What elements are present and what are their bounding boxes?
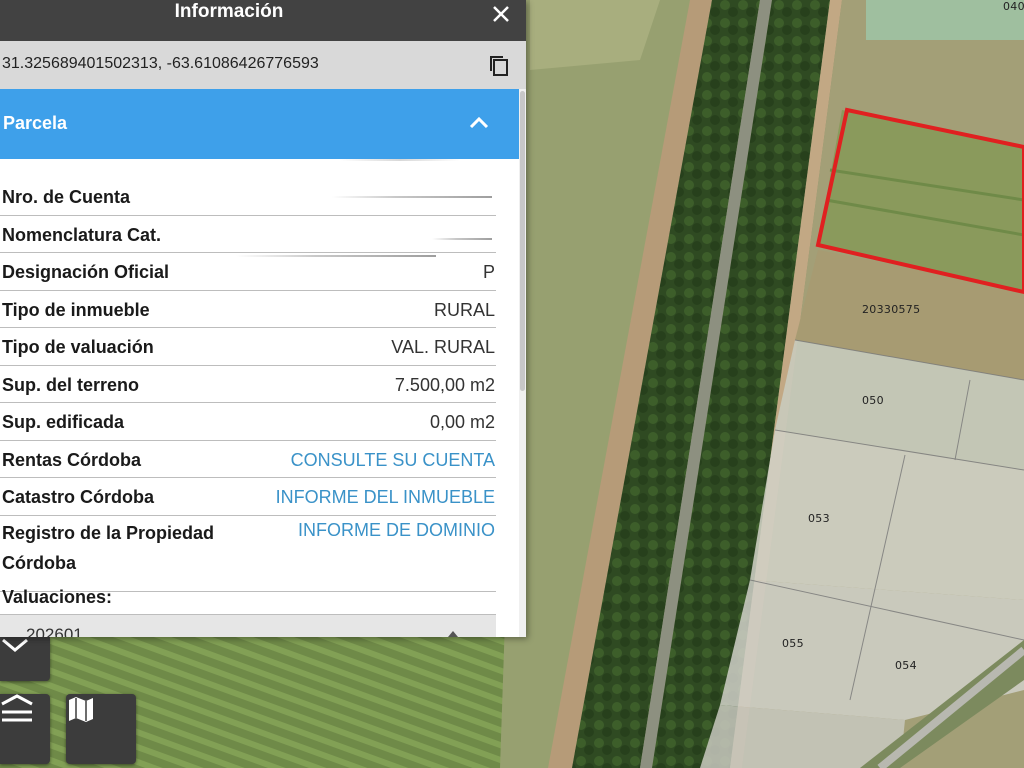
row-value: P	[482, 262, 495, 282]
row-label: Sup. del terreno	[2, 374, 140, 395]
table-row: Sup. del terreno 7.500,00 m2	[0, 366, 496, 403]
row-label: Designación Oficial	[2, 262, 170, 282]
redacted-value	[332, 196, 492, 198]
row-label: Tipo de inmueble	[2, 299, 150, 320]
registro-link[interactable]: INFORME DE DOMINIO	[298, 520, 495, 541]
valuaciones-label: Valuaciones:	[2, 587, 113, 607]
parcela-section-header[interactable]: Parcela	[0, 89, 519, 159]
row-label: Rentas Córdoba	[2, 449, 142, 470]
copy-icon[interactable]	[488, 54, 510, 78]
redacted-value	[236, 255, 436, 257]
coordinates-text: 31.325689401502313, -63.61086426776593	[2, 55, 319, 72]
table-row: Tipo de inmueble RURAL	[0, 291, 496, 328]
section-title: Parcela	[3, 113, 68, 133]
row-label: Nro. de Cuenta	[2, 187, 131, 207]
row-value: VAL. RURAL	[391, 337, 495, 357]
row-value: RURAL	[433, 299, 495, 320]
parcel-label: 040	[1003, 0, 1024, 13]
parcel-rows: Nro. de Cuenta Nomenclatura Cat. Designa…	[0, 178, 496, 592]
redacted-value	[432, 237, 492, 240]
chevron-down-icon	[2, 638, 28, 652]
layers-icon	[1, 694, 33, 722]
basemap-button[interactable]	[66, 694, 136, 764]
parcel-label: 055	[782, 637, 804, 650]
row-value: 0,00 m2	[429, 412, 495, 432]
scrollbar-thumb[interactable]	[520, 91, 525, 391]
select-value: 202601	[26, 625, 83, 637]
layers-button[interactable]	[0, 694, 50, 764]
row-value: 7.500,00 m2	[394, 374, 495, 395]
info-panel: Información 31.325689401502313, -63.6108…	[0, 0, 526, 637]
table-row: Designación Oficial P	[0, 253, 496, 291]
map-icon	[69, 697, 93, 722]
parcel-label: 054	[895, 659, 917, 672]
parcel-label: 20330575	[862, 303, 921, 316]
row-label: Registro de la Propiedad Córdoba	[2, 522, 215, 573]
coordinates-bar: 31.325689401502313, -63.61086426776593	[0, 41, 526, 89]
catastro-link[interactable]: INFORME DEL INMUEBLE	[276, 487, 495, 508]
table-row: Tipo de valuación VAL. RURAL	[0, 328, 496, 366]
panel-header: Información	[0, 0, 526, 41]
chevron-up-icon	[469, 116, 489, 129]
parcel-details[interactable]: Nro. de Cuenta Nomenclatura Cat. Designa…	[0, 159, 519, 637]
table-row: Nomenclatura Cat.	[0, 216, 496, 253]
scroll-smear	[340, 159, 460, 161]
table-row: Rentas Córdoba CONSULTE SU CUENTA	[0, 441, 496, 478]
table-row: Catastro Córdoba INFORME DEL INMUEBLE	[0, 478, 496, 516]
valuaciones-select[interactable]: 202601	[0, 615, 496, 637]
row-label: Tipo de valuación	[2, 337, 154, 357]
parcel-label: 050	[862, 394, 884, 407]
row-label: Catastro Córdoba	[2, 487, 155, 507]
row-label: Sup. edificada	[2, 412, 125, 432]
panel-title: Información	[174, 1, 284, 22]
parcel-label: 053	[808, 512, 830, 525]
table-row: Registro de la Propiedad Córdoba INFORME…	[0, 516, 496, 592]
table-row: Sup. edificada 0,00 m2	[0, 403, 496, 441]
table-row: Nro. de Cuenta	[0, 178, 496, 216]
close-icon[interactable]	[490, 3, 512, 25]
collapse-panel-button[interactable]	[0, 637, 50, 681]
scrollbar[interactable]	[519, 89, 526, 637]
rentas-link[interactable]: CONSULTE SU CUENTA	[291, 450, 495, 471]
row-label: Nomenclatura Cat.	[2, 224, 162, 245]
caret-up-icon	[448, 631, 458, 637]
